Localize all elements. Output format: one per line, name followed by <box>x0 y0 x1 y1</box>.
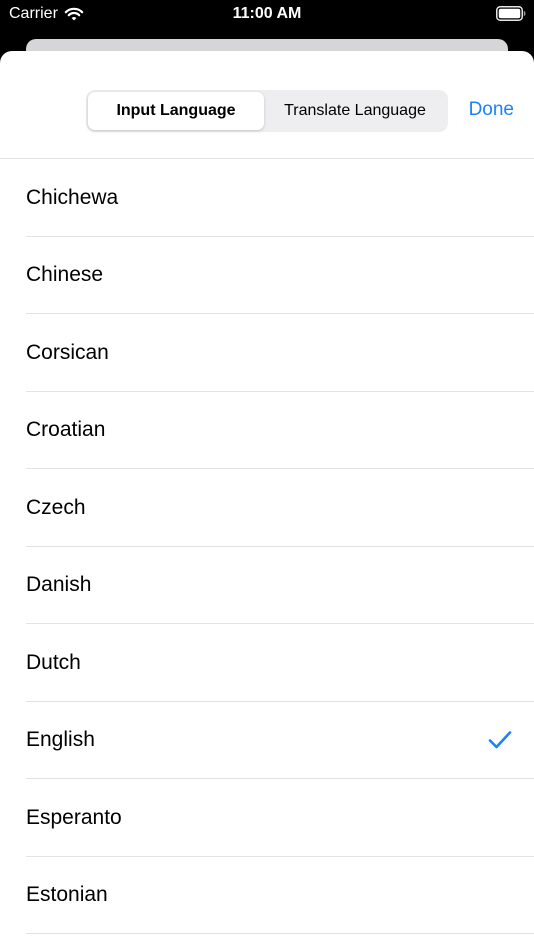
language-row[interactable]: Esperanto <box>0 779 534 857</box>
done-button[interactable]: Done <box>469 99 514 121</box>
language-label: Esperanto <box>26 805 122 829</box>
language-label: Estonian <box>26 883 108 907</box>
language-label: Danish <box>26 573 92 597</box>
status-time: 11:00 AM <box>232 5 302 22</box>
segment-input-language[interactable]: Input Language <box>88 92 264 130</box>
language-row[interactable]: Chinese <box>0 237 534 315</box>
battery-icon <box>496 6 526 21</box>
language-row[interactable]: Chichewa <box>0 159 534 237</box>
picker-toolbar: Input Language Translate Language Done <box>0 51 534 158</box>
language-label: Czech <box>26 495 86 519</box>
language-row[interactable]: Croatian <box>0 392 534 470</box>
language-label: English <box>26 728 95 752</box>
language-row[interactable]: Czech <box>0 469 534 547</box>
language-row[interactable]: Dutch <box>0 624 534 702</box>
segment-translate-language[interactable]: Translate Language <box>264 92 446 130</box>
language-row-selected[interactable]: English <box>0 702 534 780</box>
language-label: Corsican <box>26 340 109 364</box>
language-row[interactable]: Estonian <box>0 857 534 935</box>
language-label: Chinese <box>26 263 104 287</box>
language-row[interactable]: Danish <box>0 547 534 625</box>
language-label: Chichewa <box>26 185 119 209</box>
language-picker-sheet: Input Language Translate Language Done C… <box>0 51 534 950</box>
language-row[interactable]: Corsican <box>0 314 534 392</box>
language-list: Chichewa Chinese Corsican Croatian Czech… <box>0 158 534 934</box>
language-type-segmented-control: Input Language Translate Language <box>86 90 448 132</box>
status-bar: Carrier 11:00 AM <box>0 0 534 30</box>
language-label: Croatian <box>26 418 106 442</box>
checkmark-icon <box>488 731 512 749</box>
language-label: Dutch <box>26 650 81 674</box>
